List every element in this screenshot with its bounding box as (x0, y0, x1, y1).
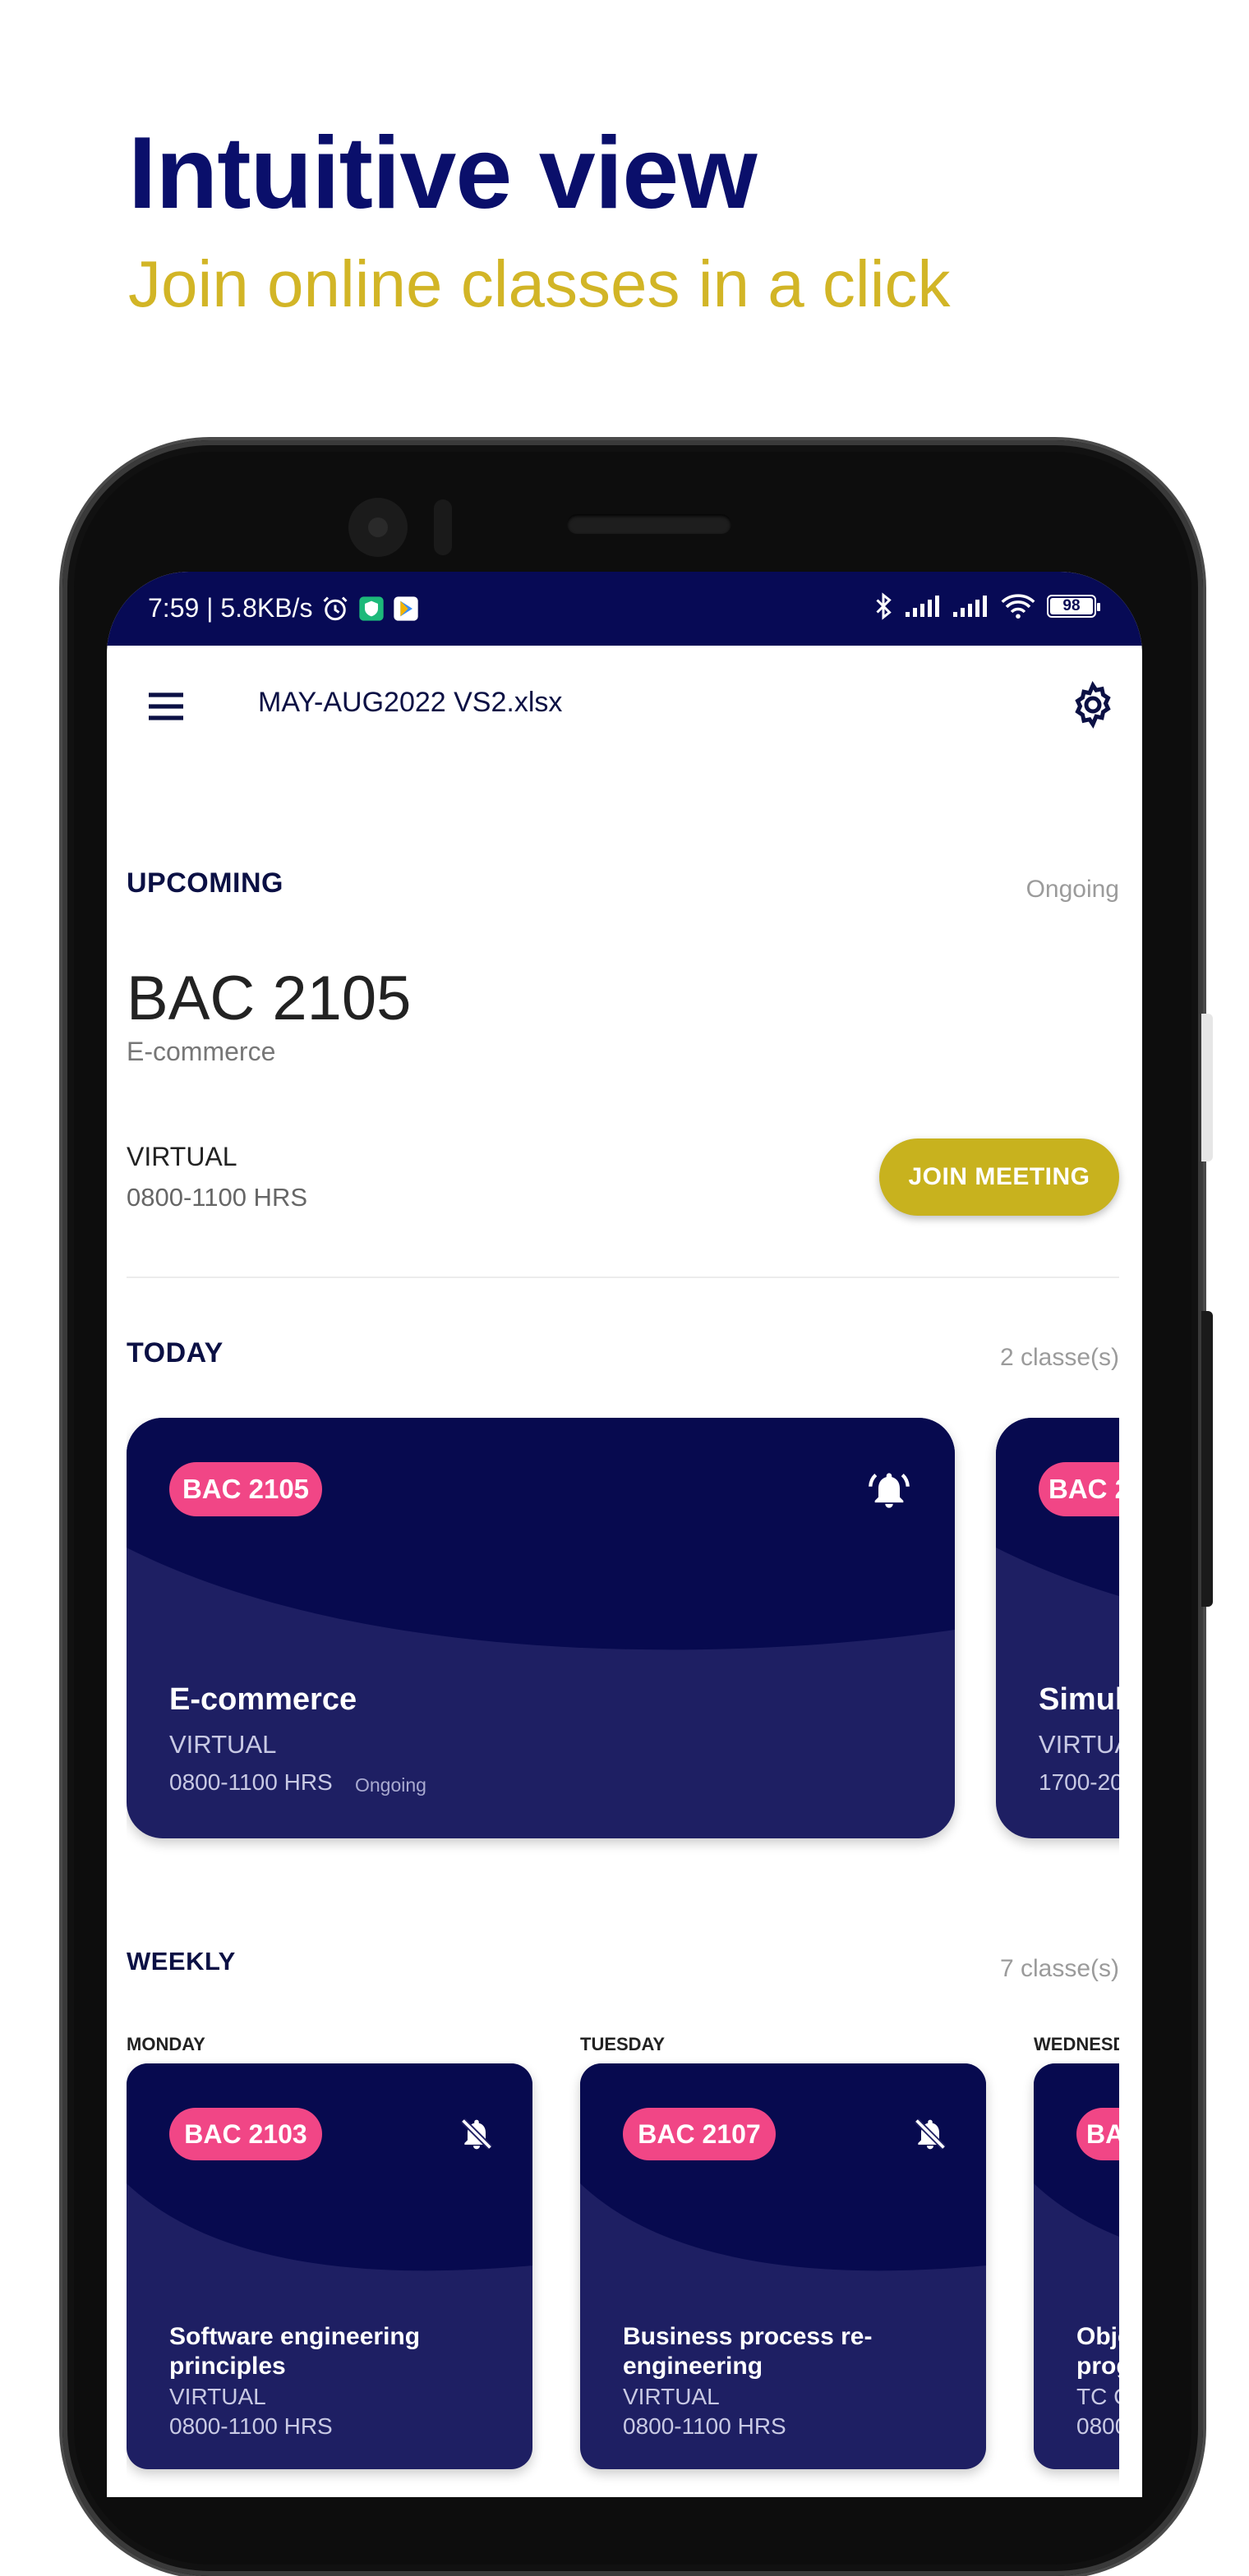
promo-headline: Intuitive view (128, 117, 758, 230)
menu-icon[interactable] (143, 683, 189, 729)
app-title: MAY-AUG2022 VS2.xlsx (258, 687, 563, 718)
status-bar: 7:59 | 5.8KB/s 98 (107, 572, 1142, 646)
play-store-icon (394, 596, 419, 621)
phone-side-button (1201, 1311, 1213, 1607)
course-code-badge: BAC 2 (1039, 1462, 1119, 1516)
signal-icon-2 (953, 596, 987, 617)
today-class-count: 2 classe(s) (999, 1344, 1119, 1371)
card-course-title: E-commerce (169, 1682, 357, 1717)
card-mode: VIRTUA (1039, 1730, 1119, 1759)
card-course-title-line1: Obje (1076, 2323, 1119, 2350)
weekly-class-card[interactable]: BAC 2103 Software engineering principles… (127, 2063, 532, 2469)
card-mode: VIRTUAL (169, 2384, 266, 2409)
alarm-icon (323, 596, 348, 620)
course-code-badge: BAC 2103 (169, 2108, 322, 2160)
card-mode: VIRTUAL (169, 1730, 277, 1759)
day-label-wednesday: WEDNESD (1034, 2034, 1119, 2054)
battery-level: 98 (1062, 597, 1081, 614)
wifi-icon (1001, 594, 1035, 619)
weekly-section-title: WEEKLY (127, 1947, 236, 1976)
proximity-sensor (434, 499, 452, 555)
today-class-card[interactable]: BAC 2105 E-commerce VIRTUAL 0800-1100 HR… (127, 1418, 955, 1838)
join-meeting-button[interactable]: JOIN MEETING (879, 1138, 1119, 1216)
card-course-title-line1: Business process re- (623, 2323, 873, 2350)
upcoming-time: 0800-1100 HRS (127, 1183, 308, 1212)
card-mode: VIRTUAL (623, 2384, 720, 2409)
promo-subline: Join online classes in a click (128, 247, 951, 320)
weekly-class-card[interactable]: BA Obje prog TC C 0800 (1034, 2063, 1119, 2469)
upcoming-course-code: BAC 2105 (127, 964, 412, 1033)
notifications-off-icon[interactable] (912, 2116, 948, 2152)
card-time: 1700-20 (1039, 1769, 1119, 1795)
earpiece-speaker (567, 514, 731, 534)
course-code-badge: BAC 2105 (169, 1462, 322, 1516)
phone-side-button-top (1201, 1014, 1213, 1162)
upcoming-course-name: E-commerce (127, 1037, 276, 1066)
upcoming-section-title: UPCOMING (127, 867, 283, 899)
vpn-shield-icon (359, 596, 385, 621)
card-mode: TC C (1076, 2384, 1119, 2409)
card-course-title-line2: engineering (623, 2353, 763, 2380)
card-status: Ongoing (355, 1774, 426, 1796)
settings-gear-icon[interactable] (1068, 680, 1118, 729)
course-code-badge: BAC 2107 (623, 2108, 776, 2160)
status-time-speed: 7:59 | 5.8KB/s (148, 593, 313, 623)
card-time: 0800-1100 HRS (169, 2413, 333, 2439)
weekly-carousel[interactable]: MONDAY BAC 2103 Software engineering pri… (127, 2034, 1119, 2497)
section-divider (127, 1276, 1119, 1278)
card-time: 0800-1100 HRS (623, 2413, 786, 2439)
app-screen: 7:59 | 5.8KB/s 98 MAY-AUG2022 VS2.xlsx U… (107, 572, 1142, 2497)
weekly-class-count: 7 classe(s) (999, 1955, 1119, 1982)
today-carousel[interactable]: BAC 2105 E-commerce VIRTUAL 0800-1100 HR… (127, 1418, 1119, 1861)
card-course-title-line1: Software engineering (169, 2323, 421, 2350)
app-bar: MAY-AUG2022 VS2.xlsx (107, 646, 1142, 769)
day-label-monday: MONDAY (127, 2034, 205, 2054)
front-camera (348, 498, 408, 557)
card-time: 0800 (1076, 2413, 1119, 2439)
weekly-class-card[interactable]: BAC 2107 Business process re- engineerin… (580, 2063, 986, 2469)
notifications-off-icon[interactable] (459, 2116, 495, 2152)
card-time: 0800-1100 HRS (169, 1769, 333, 1795)
card-course-title-line2: principles (169, 2353, 286, 2380)
card-course-title-line2: prog (1076, 2353, 1119, 2380)
upcoming-mode: VIRTUAL (127, 1142, 237, 1171)
battery-icon: 98 (1047, 595, 1100, 618)
bluetooth-icon (876, 592, 892, 620)
signal-icon-1 (906, 596, 939, 617)
day-label-tuesday: TUESDAY (580, 2034, 666, 2054)
card-course-title: Simul (1039, 1682, 1119, 1717)
alarm-on-bell-icon[interactable] (868, 1469, 910, 1511)
today-class-card[interactable]: BAC 2 Simul VIRTUA 1700-20 (996, 1418, 1119, 1838)
today-section-title: TODAY (127, 1337, 224, 1368)
upcoming-status: Ongoing (1025, 876, 1119, 903)
